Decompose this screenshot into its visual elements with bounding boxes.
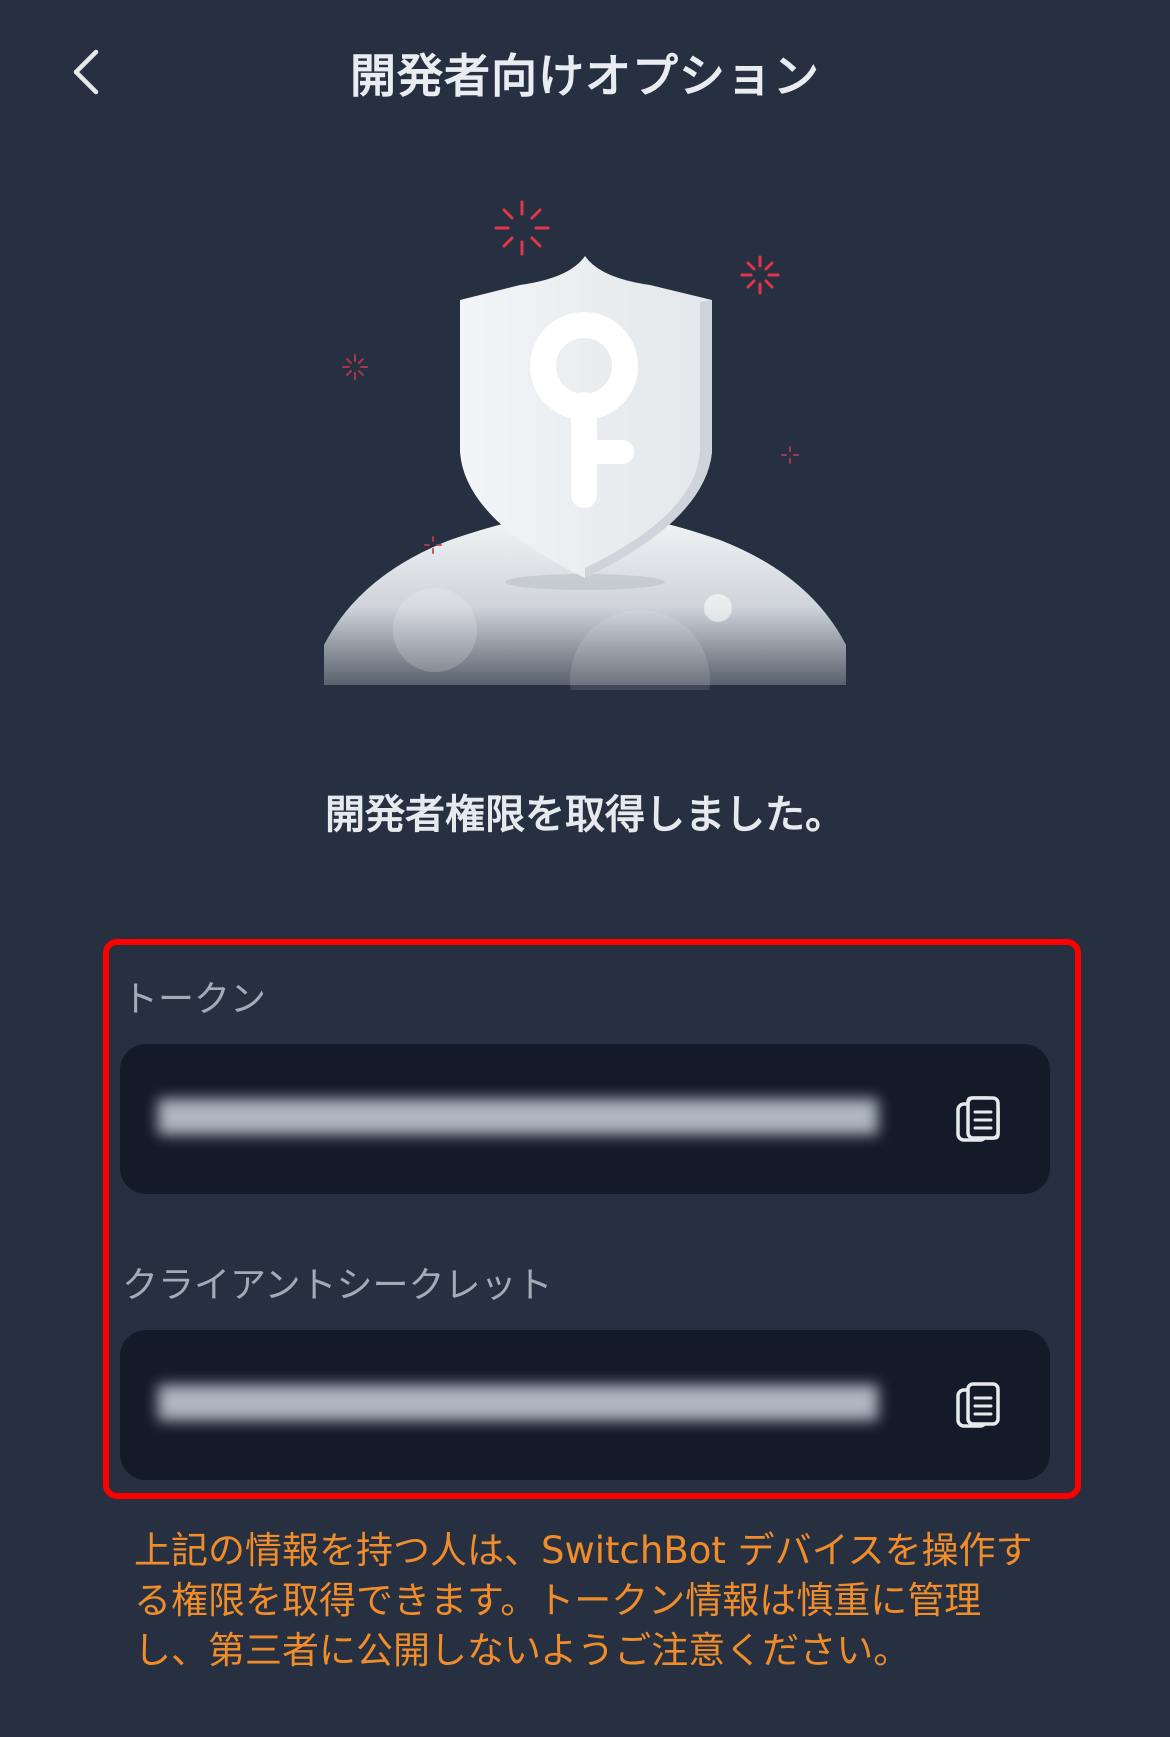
client-secret-value[interactable]: ████████████████████████████████████████ <box>158 1384 878 1424</box>
header: 開発者向けオプション <box>0 0 1170 140</box>
status-message: 開発者権限を取得しました。 <box>325 792 845 838</box>
client-secret-field[interactable]: ████████████████████████████████████████ <box>120 1330 1050 1480</box>
copy-icon <box>956 1382 1000 1428</box>
shield-key-icon <box>324 200 846 750</box>
token-value[interactable]: ████████████████████████████████████████ <box>158 1098 878 1138</box>
copy-token-button[interactable] <box>950 1092 1006 1148</box>
hero-illustration <box>300 190 870 750</box>
copy-icon <box>956 1096 1000 1142</box>
security-notice: 上記の情報を持つ人は、SwitchBot デバイスを操作する権限を取得できます。… <box>134 1529 1033 1672</box>
copy-client-secret-button[interactable] <box>950 1378 1006 1434</box>
token-label: トークン <box>122 979 267 1020</box>
token-field[interactable]: ████████████████████████████████████████ <box>120 1044 1050 1194</box>
page-title: 開発者向けオプション <box>350 49 820 103</box>
client-secret-label: クライアントシークレット <box>122 1265 553 1306</box>
